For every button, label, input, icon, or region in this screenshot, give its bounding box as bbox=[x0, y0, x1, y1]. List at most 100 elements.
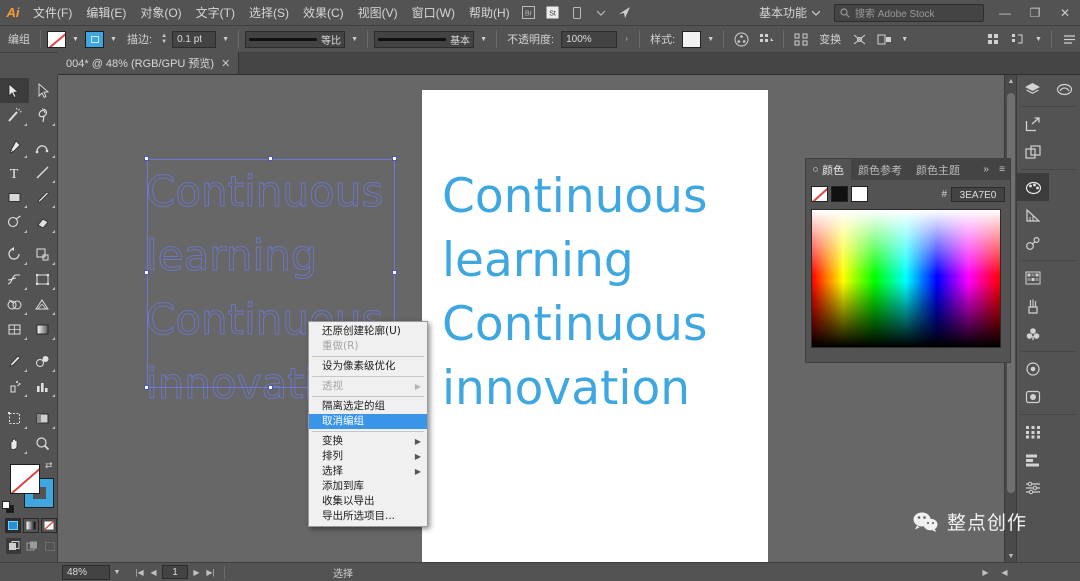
drawing-mode-normal-icon[interactable] bbox=[6, 538, 21, 554]
context-menu-item-export-selection[interactable]: 导出所选项目... bbox=[309, 509, 427, 524]
stroke-profile-select[interactable]: 等比 bbox=[245, 30, 346, 48]
color-panel-none-swatch[interactable] bbox=[811, 186, 828, 202]
menu-effect[interactable]: 效果(C) bbox=[296, 0, 351, 26]
context-menu-item-collect-for-export[interactable]: 收集以导出 bbox=[309, 494, 427, 509]
blend-tool[interactable] bbox=[29, 349, 58, 374]
fill-color-swatch[interactable] bbox=[10, 464, 40, 494]
fill-chevron-down-icon[interactable]: ▼ bbox=[69, 31, 82, 48]
panel-menu-icon[interactable] bbox=[1058, 29, 1080, 49]
color-panel-white-swatch[interactable] bbox=[851, 186, 868, 202]
status-scroll-icon[interactable]: ◀ bbox=[999, 568, 1010, 577]
fill-swatch[interactable] bbox=[47, 30, 66, 48]
none-button[interactable] bbox=[41, 518, 57, 533]
slice-tool[interactable] bbox=[29, 406, 58, 431]
menu-window[interactable]: 窗口(W) bbox=[405, 0, 462, 26]
zoom-chevron-down-icon[interactable]: ▼ bbox=[110, 569, 124, 576]
document-tab[interactable]: 004* @ 48% (RGB/GPU 预览) ✕ bbox=[58, 52, 240, 74]
artboard-tool[interactable] bbox=[0, 406, 29, 431]
selection-handle-ml[interactable] bbox=[144, 270, 149, 275]
stroke-weight-chevron-down-icon[interactable]: ▼ bbox=[219, 31, 232, 48]
context-menu-item-pixel-perfect[interactable]: 设为像素级优化 bbox=[309, 359, 427, 374]
menu-file[interactable]: 文件(F) bbox=[26, 0, 79, 26]
menu-help[interactable]: 帮助(H) bbox=[462, 0, 517, 26]
rectangle-tool[interactable] bbox=[0, 185, 29, 210]
color-button[interactable] bbox=[5, 518, 21, 533]
last-artboard-button[interactable]: ▶| bbox=[205, 568, 216, 577]
lasso-tool[interactable] bbox=[29, 103, 58, 128]
minimize-button[interactable]: — bbox=[990, 0, 1020, 26]
context-menu-item-undo[interactable]: 还原创建轮廓(U) bbox=[309, 324, 427, 339]
stroke-weight-input[interactable]: 0.1 pt bbox=[172, 30, 217, 48]
document-tab-close-icon[interactable]: ✕ bbox=[221, 57, 230, 70]
tab-color-guide[interactable]: 颜色参考 bbox=[851, 159, 909, 180]
context-menu-item-select[interactable]: 选择 ▶ bbox=[309, 464, 427, 479]
direct-selection-tool[interactable] bbox=[29, 78, 58, 103]
hand-tool[interactable] bbox=[0, 431, 29, 456]
shape-builder-tool[interactable] bbox=[0, 292, 29, 317]
drawing-mode-behind-icon[interactable] bbox=[24, 538, 39, 554]
zoom-tool[interactable] bbox=[29, 431, 58, 456]
opacity-input[interactable]: 100% bbox=[561, 30, 618, 48]
color-panel-icon[interactable] bbox=[1017, 173, 1049, 201]
context-menu-item-ungroup[interactable]: 取消编组 bbox=[309, 414, 427, 429]
stroke-profile-chevron-down-icon[interactable]: ▼ bbox=[348, 31, 361, 48]
pen-tool[interactable] bbox=[0, 135, 29, 160]
panel-options-menu-icon[interactable]: ≡ bbox=[994, 159, 1010, 180]
transform-panel-icon[interactable] bbox=[1017, 418, 1049, 446]
color-guide-panel-icon[interactable] bbox=[1017, 201, 1049, 229]
export-panel-icon[interactable] bbox=[1017, 110, 1049, 138]
stock-icon[interactable]: St bbox=[541, 0, 565, 26]
asset-export-panel-icon[interactable] bbox=[1017, 138, 1049, 166]
perspective-grid-tool[interactable] bbox=[29, 292, 58, 317]
isolate-group-icon[interactable] bbox=[790, 29, 812, 49]
align-options-icon[interactable] bbox=[755, 29, 777, 49]
free-transform-tool[interactable] bbox=[29, 267, 58, 292]
stroke-swatch[interactable] bbox=[85, 30, 104, 48]
artboards-chevron-down-icon[interactable]: ▼ bbox=[898, 31, 911, 48]
arrange-chevron-down-icon[interactable]: ▼ bbox=[1032, 31, 1045, 48]
publish-online-icon[interactable] bbox=[613, 0, 637, 26]
graphic-style-swatch[interactable] bbox=[682, 30, 702, 48]
properties-panel-icon[interactable] bbox=[1017, 474, 1049, 502]
artboard-text-block[interactable]: Continuous learning Continuous innovatio… bbox=[442, 165, 752, 421]
symbol-sprayer-tool[interactable] bbox=[0, 374, 29, 399]
distribute-icon[interactable] bbox=[848, 29, 870, 49]
context-menu-item-add-to-library[interactable]: 添加到库 bbox=[309, 479, 427, 494]
artboard[interactable]: Continuous learning Continuous innovatio… bbox=[422, 90, 768, 562]
swap-fill-stroke-icon[interactable]: ⇄ bbox=[45, 460, 56, 471]
opacity-chevron-down-icon[interactable]: › bbox=[620, 31, 633, 48]
stock-search-input[interactable]: 搜索 Adobe Stock bbox=[834, 3, 984, 22]
curvature-tool[interactable] bbox=[29, 135, 58, 160]
menu-edit[interactable]: 编辑(E) bbox=[79, 0, 133, 26]
swatches-panel-icon[interactable] bbox=[1017, 264, 1049, 292]
device-preview-icon[interactable] bbox=[565, 0, 589, 26]
eraser-tool[interactable] bbox=[29, 210, 58, 235]
shaper-tool[interactable] bbox=[0, 210, 29, 235]
color-spectrum-picker[interactable] bbox=[811, 209, 1001, 348]
libraries-panel-icon[interactable] bbox=[1049, 75, 1080, 103]
next-artboard-button[interactable]: ▶ bbox=[191, 568, 202, 577]
transform-label[interactable]: 变换 bbox=[815, 31, 845, 47]
pathfinder-panel-icon[interactable] bbox=[1017, 229, 1049, 257]
appearance-panel-icon[interactable] bbox=[1017, 355, 1049, 383]
brush-definition-chevron-down-icon[interactable]: ▼ bbox=[477, 31, 490, 48]
symbols-panel-icon[interactable] bbox=[1017, 320, 1049, 348]
line-segment-tool[interactable] bbox=[29, 160, 58, 185]
tab-color[interactable]: 颜色 bbox=[806, 159, 851, 180]
menu-object[interactable]: 对象(O) bbox=[133, 0, 188, 26]
selection-handle-bc[interactable] bbox=[268, 385, 273, 390]
color-panel-black-swatch[interactable] bbox=[831, 186, 848, 202]
selection-handle-tc[interactable] bbox=[268, 156, 273, 161]
drawing-mode-inside-icon[interactable] bbox=[42, 538, 57, 554]
menu-view[interactable]: 视图(V) bbox=[351, 0, 405, 26]
panel-expand-icon[interactable]: » bbox=[978, 159, 994, 180]
scale-tool[interactable] bbox=[29, 242, 58, 267]
mesh-tool[interactable] bbox=[0, 317, 29, 342]
type-tool[interactable]: T bbox=[0, 160, 29, 185]
zoom-level-input[interactable]: 48% bbox=[62, 564, 110, 580]
recolor-artwork-icon[interactable] bbox=[730, 29, 752, 49]
tab-color-themes[interactable]: 颜色主题 bbox=[909, 159, 967, 180]
menu-select[interactable]: 选择(S) bbox=[242, 0, 296, 26]
selection-tool[interactable] bbox=[0, 78, 29, 103]
paintbrush-tool[interactable] bbox=[29, 185, 58, 210]
